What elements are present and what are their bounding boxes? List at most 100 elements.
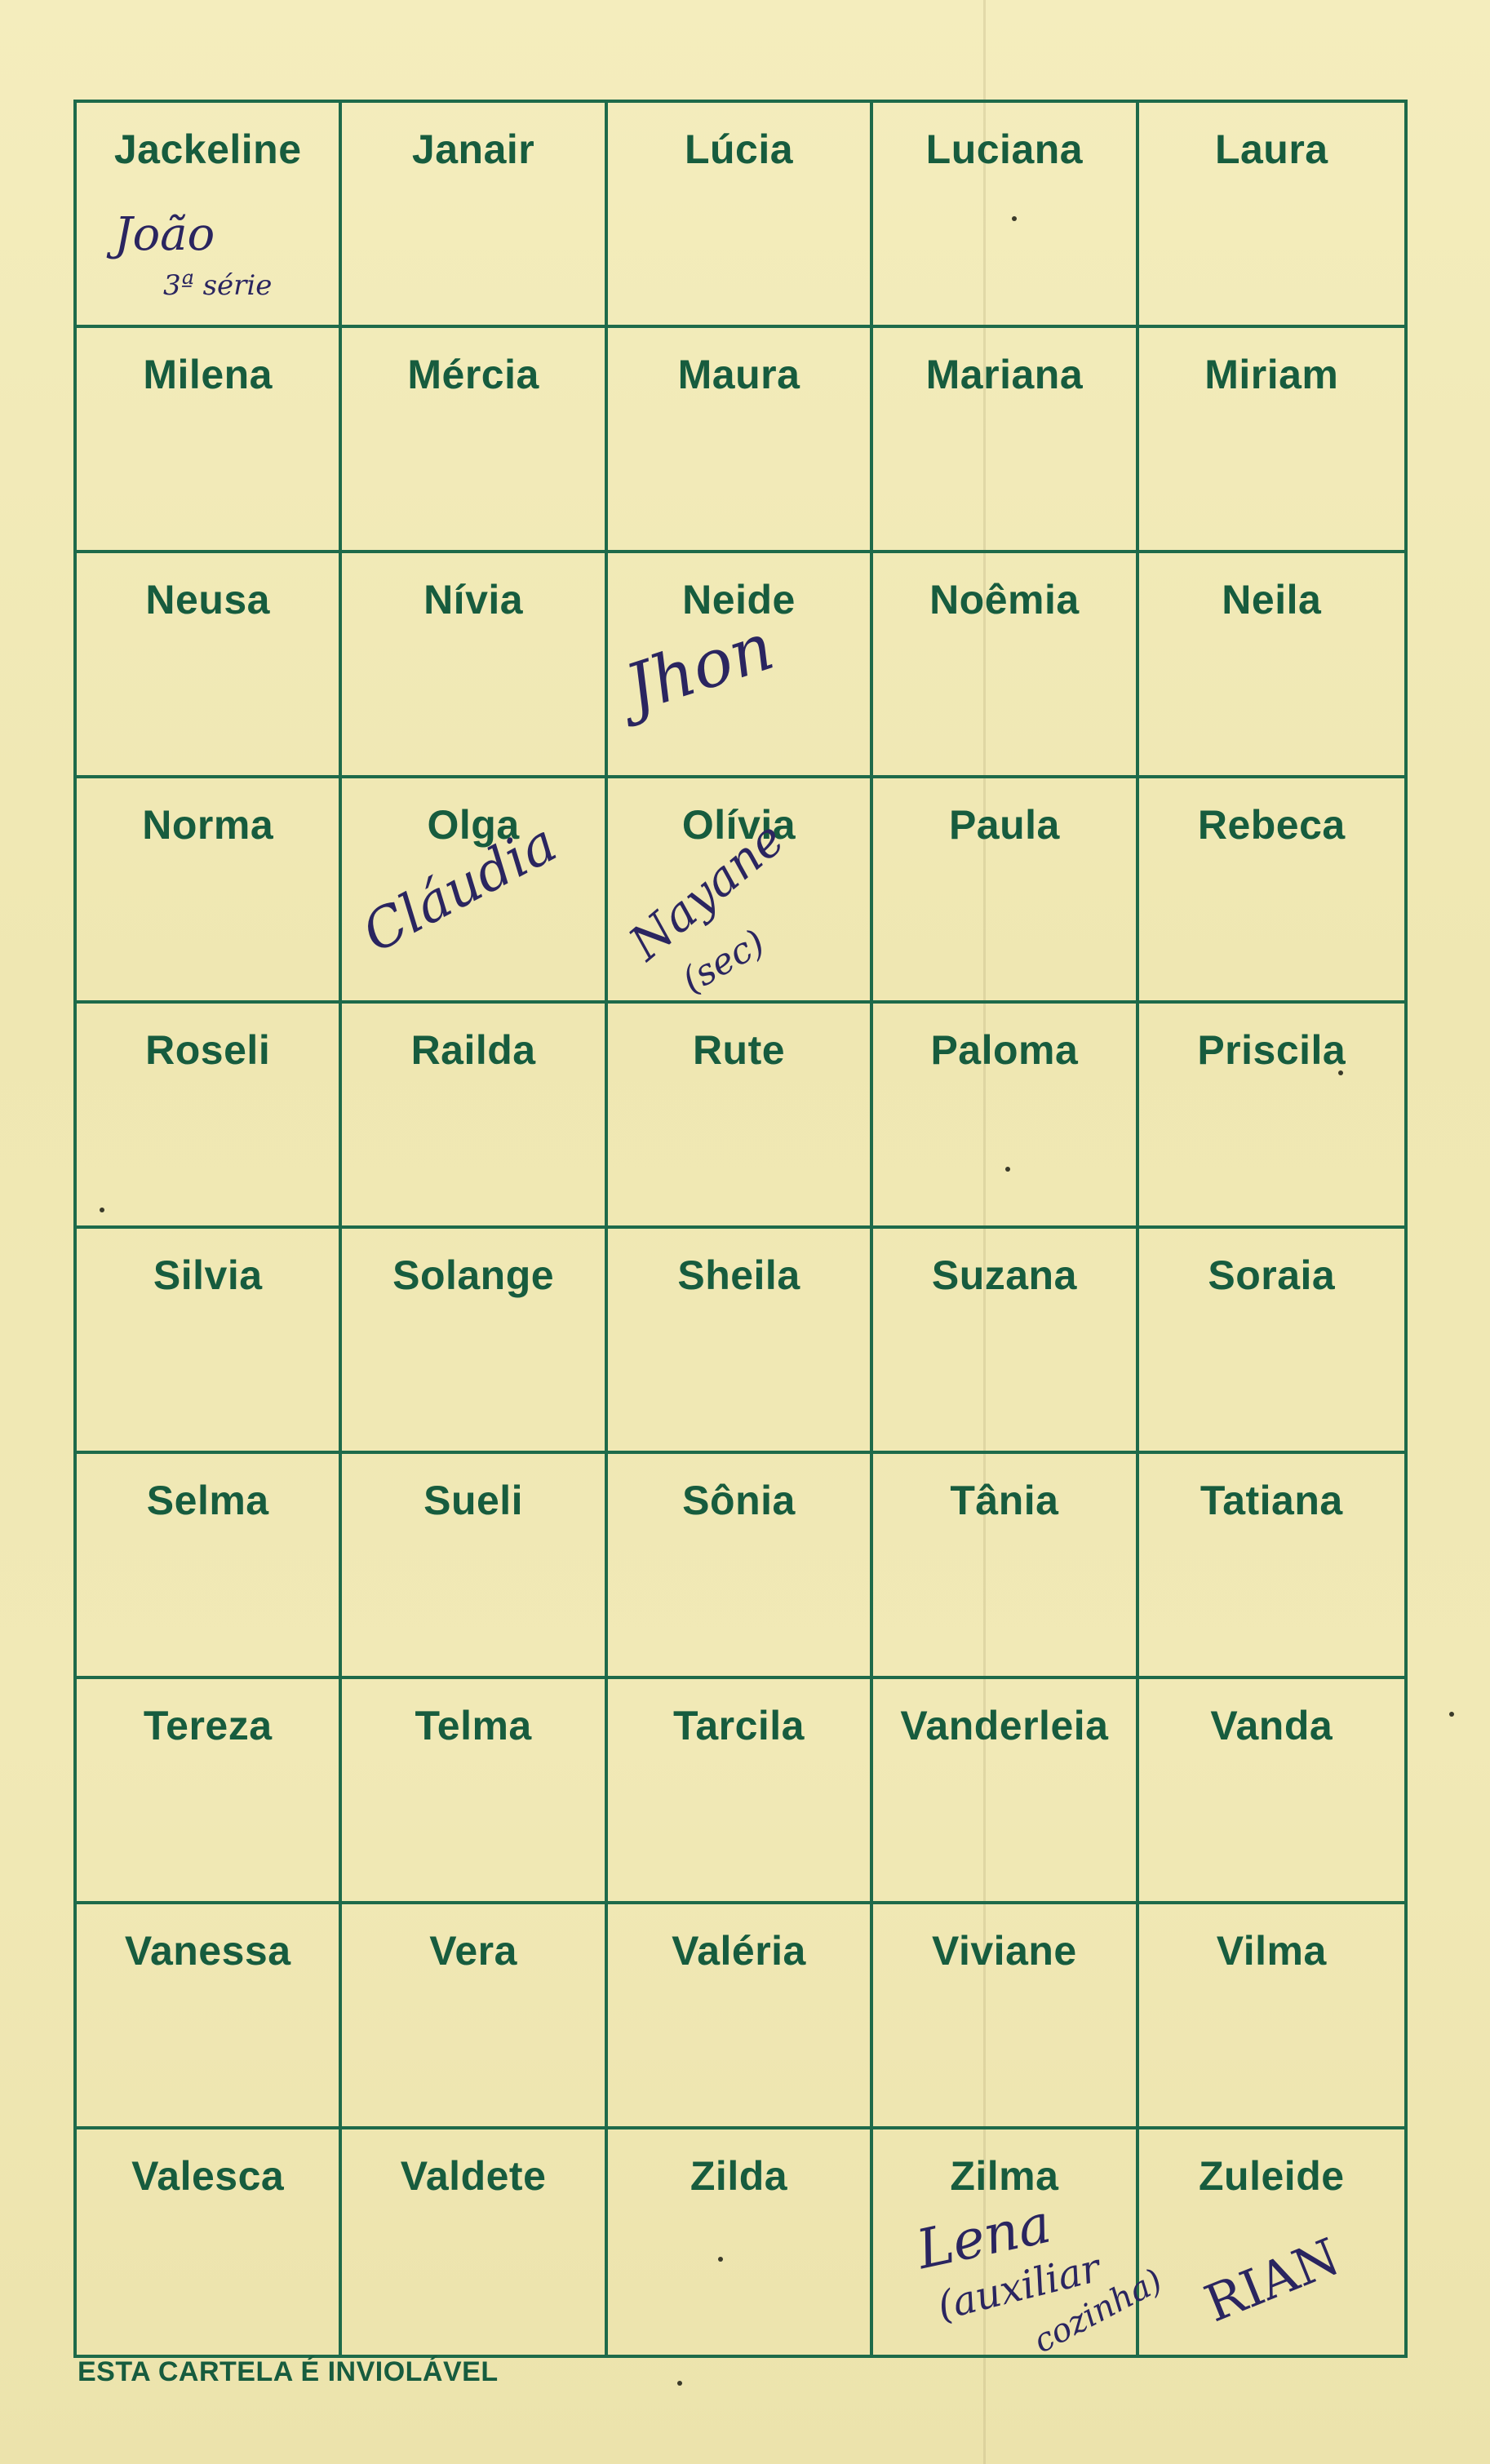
name-cell: Vanda bbox=[1138, 1679, 1404, 1904]
name-label: Vilma bbox=[1216, 1928, 1327, 1974]
name-label: Milena bbox=[143, 352, 273, 397]
name-cell: Valesca bbox=[77, 2129, 343, 2355]
name-cell: Solange bbox=[342, 1229, 608, 1454]
name-label: Maura bbox=[677, 352, 800, 397]
name-label: Valdete bbox=[400, 2153, 547, 2199]
name-label: Olga bbox=[427, 802, 520, 848]
name-cell: Zilda bbox=[608, 2129, 874, 2355]
name-cell: Valdete bbox=[342, 2129, 608, 2355]
name-label: Suzana bbox=[931, 1252, 1077, 1298]
name-label: Neusa bbox=[145, 577, 270, 623]
name-cell: Selma bbox=[77, 1454, 343, 1679]
dust-speck bbox=[677, 2381, 682, 2386]
name-label: Rebeca bbox=[1197, 802, 1346, 848]
name-label: Mariana bbox=[925, 352, 1084, 397]
name-label: Valéria bbox=[672, 1928, 806, 1974]
name-label: Miriam bbox=[1204, 352, 1339, 397]
name-label: Tatiana bbox=[1200, 1478, 1343, 1523]
name-cell: Tatiana bbox=[1138, 1454, 1404, 1679]
name-cell: Paloma bbox=[873, 1004, 1139, 1229]
dust-speck bbox=[1338, 1070, 1343, 1075]
name-cell: Sônia bbox=[607, 1454, 874, 1679]
name-label: Norma bbox=[142, 802, 274, 848]
name-label: Sônia bbox=[682, 1478, 796, 1523]
name-label: Tânia bbox=[950, 1478, 1059, 1523]
card-footer-notice: ESTA CARTELA É INVIOLÁVEL bbox=[78, 2356, 499, 2387]
name-label: Sueli bbox=[423, 1478, 524, 1523]
name-cell: Paula bbox=[873, 778, 1139, 1004]
name-label: Zilda bbox=[690, 2153, 788, 2199]
name-cell: Sheila bbox=[607, 1229, 874, 1454]
name-cell: Rute bbox=[607, 1004, 874, 1229]
name-label: Neila bbox=[1222, 577, 1322, 623]
name-label: Laura bbox=[1214, 126, 1328, 172]
name-label: Vanderleia bbox=[900, 1703, 1109, 1748]
name-cell: Viviane bbox=[873, 1904, 1139, 2129]
name-label: Tereza bbox=[143, 1703, 273, 1748]
name-cell: Railda bbox=[342, 1004, 608, 1229]
name-cell: Roseli bbox=[77, 1004, 343, 1229]
name-cell: Luciana bbox=[873, 103, 1139, 328]
name-label: Viviane bbox=[932, 1928, 1077, 1974]
name-cell: Tereza bbox=[77, 1679, 343, 1904]
name-cell: Maura bbox=[607, 328, 874, 553]
dust-speck bbox=[1449, 1712, 1454, 1717]
name-label: Tarcila bbox=[672, 1703, 805, 1748]
name-cell: Silvia bbox=[77, 1229, 343, 1454]
name-label: Lúcia bbox=[684, 126, 794, 172]
name-label: Janair bbox=[411, 126, 535, 172]
name-cell: Neusa bbox=[77, 553, 343, 778]
name-cell: Zuleide bbox=[1139, 2129, 1404, 2355]
handwritten-note-joao: João bbox=[114, 208, 215, 261]
name-label: Telma bbox=[415, 1703, 532, 1748]
name-label: Luciana bbox=[925, 126, 1084, 172]
name-card-grid: Jackeline Janair Lúcia Luciana Laura Milena Mé… bbox=[73, 100, 1408, 2358]
name-label: Nívia bbox=[423, 577, 524, 623]
name-cell: Vilma bbox=[1138, 1904, 1404, 2129]
name-cell: Rebeca bbox=[1138, 778, 1404, 1004]
name-cell: Sueli bbox=[342, 1454, 608, 1679]
name-cell: Norma bbox=[77, 778, 343, 1004]
name-cell: Priscila bbox=[1138, 1004, 1404, 1229]
name-label: Vanessa bbox=[124, 1928, 291, 1974]
name-label: Priscila bbox=[1197, 1027, 1346, 1073]
name-label: Mércia bbox=[407, 352, 539, 397]
name-label: Paula bbox=[948, 802, 1060, 848]
name-label: Vera bbox=[429, 1928, 517, 1974]
name-label: Rute bbox=[692, 1027, 786, 1073]
name-label: Soraia bbox=[1208, 1252, 1336, 1298]
name-cell: Vera bbox=[342, 1904, 608, 2129]
name-cell: Soraia bbox=[1138, 1229, 1404, 1454]
name-label: Vanda bbox=[1210, 1703, 1333, 1748]
name-cell: Mariana bbox=[873, 328, 1139, 553]
name-cell: Noêmia bbox=[873, 553, 1139, 778]
name-label: Roseli bbox=[145, 1027, 271, 1073]
name-label: Selma bbox=[146, 1478, 269, 1523]
name-cell: Mércia bbox=[342, 328, 608, 553]
name-label: Zilma bbox=[950, 2153, 1059, 2199]
name-label: Sheila bbox=[677, 1252, 800, 1298]
name-cell: Miriam bbox=[1138, 328, 1404, 553]
dust-speck bbox=[718, 2257, 723, 2262]
name-label: Paloma bbox=[930, 1027, 1079, 1073]
name-label: Railda bbox=[410, 1027, 536, 1073]
name-cell: Janair bbox=[342, 103, 608, 328]
name-cell: Vanderleia bbox=[873, 1679, 1139, 1904]
name-cell: Nívia bbox=[342, 553, 608, 778]
name-cell: Telma bbox=[342, 1679, 608, 1904]
name-cell: Tânia bbox=[873, 1454, 1139, 1679]
name-label: Jackeline bbox=[113, 126, 302, 172]
name-label: Valesca bbox=[131, 2153, 285, 2199]
name-cell: Laura bbox=[1138, 103, 1404, 328]
name-cell: Neila bbox=[1138, 553, 1404, 778]
name-cell: Lúcia bbox=[607, 103, 874, 328]
name-cell: Milena bbox=[77, 328, 343, 553]
dust-speck bbox=[100, 1208, 104, 1212]
dust-speck bbox=[1005, 1167, 1010, 1172]
name-label: Noêmia bbox=[929, 577, 1080, 623]
name-cell: Tarcila bbox=[607, 1679, 874, 1904]
name-label: Zuleide bbox=[1199, 2153, 1345, 2199]
dust-speck bbox=[1012, 216, 1017, 221]
handwritten-note-serie: 3ª série bbox=[163, 269, 273, 302]
name-cell: Vanessa bbox=[77, 1904, 343, 2129]
